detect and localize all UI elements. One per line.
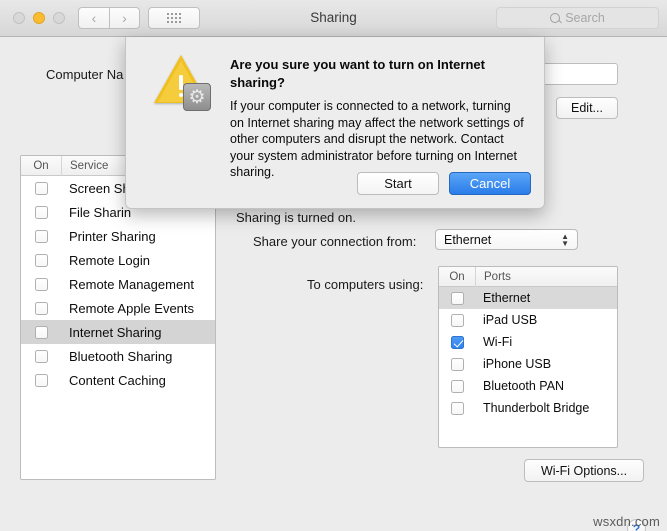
service-checkbox-cell[interactable] <box>21 277 61 291</box>
checkbox-unchecked-icon[interactable] <box>450 313 464 327</box>
table-row[interactable]: Remote Login <box>21 248 215 272</box>
chevron-updown-icon: ▲ ▼ <box>561 231 569 248</box>
port-row[interactable]: Bluetooth PAN <box>439 375 617 397</box>
services-column-on: On <box>33 159 49 172</box>
port-row[interactable]: iPad USB <box>439 309 617 331</box>
gear-icon: ⚙ <box>183 83 211 111</box>
table-row-internet-sharing[interactable]: Internet Sharing <box>21 320 215 344</box>
table-row[interactable]: Bluetooth Sharing <box>21 344 215 368</box>
checkbox-unchecked-icon[interactable] <box>34 253 48 267</box>
service-checkbox-cell[interactable] <box>21 349 61 363</box>
port-name: Ethernet <box>483 291 531 305</box>
table-row[interactable]: Printer Sharing <box>21 224 215 248</box>
checkbox-unchecked-icon[interactable] <box>34 325 48 339</box>
port-name: iPad USB <box>483 313 538 327</box>
checkbox-unchecked-icon[interactable] <box>34 301 48 315</box>
share-connection-from-label: Share your connection from: <box>253 234 417 249</box>
edit-button[interactable]: Edit... <box>556 97 618 119</box>
computer-name-label: Computer Na <box>46 67 124 82</box>
service-name: Remote Management <box>69 276 195 292</box>
sharing-preferences-window: ‹ › Sharing Search Computer Na Edit... O… <box>0 0 667 531</box>
port-checkbox-cell[interactable] <box>439 379 475 393</box>
dialog-body-text: If your computer is connected to a netwo… <box>230 99 524 179</box>
service-checkbox-cell[interactable] <box>21 181 61 195</box>
services-column-service: Service <box>70 159 109 172</box>
port-name: Bluetooth PAN <box>483 379 565 393</box>
checkbox-checked-icon[interactable] <box>450 335 464 349</box>
checkbox-unchecked-icon[interactable] <box>450 291 464 305</box>
port-checkbox-cell[interactable] <box>439 401 475 415</box>
table-row[interactable]: Remote Apple Events <box>21 296 215 320</box>
port-name: Thunderbolt Bridge <box>483 401 590 415</box>
watermark: wsxdn.com <box>593 514 660 529</box>
table-row[interactable]: Remote Management <box>21 272 215 296</box>
wifi-options-button[interactable]: Wi-Fi Options... <box>524 459 644 482</box>
service-checkbox-cell[interactable] <box>21 301 61 315</box>
port-name: iPhone USB <box>483 357 552 371</box>
to-computers-using-label: To computers using: <box>307 277 424 292</box>
port-checkbox-cell[interactable] <box>439 357 475 371</box>
port-row[interactable]: Thunderbolt Bridge <box>439 397 617 419</box>
port-row-ethernet[interactable]: Ethernet <box>439 287 617 309</box>
service-checkbox-cell[interactable] <box>21 373 61 387</box>
checkbox-unchecked-icon[interactable] <box>450 357 464 371</box>
checkbox-unchecked-icon[interactable] <box>34 277 48 291</box>
port-checkbox-cell[interactable] <box>439 313 475 327</box>
port-checkbox-cell[interactable] <box>439 291 475 305</box>
service-name: File Sharin <box>69 204 132 220</box>
search-input[interactable]: Search <box>496 7 659 29</box>
port-row[interactable]: iPhone USB <box>439 353 617 375</box>
warning-triangle-gear-icon: ⚙ <box>154 55 214 111</box>
dialog-button-row: Start Cancel <box>357 172 531 195</box>
table-row[interactable]: Content Caching <box>21 368 215 392</box>
service-name: Screen Sh <box>69 180 130 196</box>
window-titlebar: ‹ › Sharing Search <box>0 0 667 37</box>
checkbox-unchecked-icon[interactable] <box>34 373 48 387</box>
internet-sharing-status-text: Sharing is turned on. <box>236 209 648 226</box>
confirm-internet-sharing-dialog: ⚙ Are you sure you want to turn on Inter… <box>125 37 545 209</box>
share-connection-from-value: Ethernet <box>444 232 492 247</box>
service-name: Content Caching <box>69 372 166 388</box>
share-connection-from-select[interactable]: Ethernet ▲ ▼ <box>435 229 578 250</box>
service-checkbox-cell[interactable] <box>21 325 61 339</box>
cancel-button[interactable]: Cancel <box>449 172 531 195</box>
checkbox-unchecked-icon[interactable] <box>34 181 48 195</box>
search-placeholder: Search <box>565 11 605 25</box>
service-name: Internet Sharing <box>69 324 162 340</box>
service-checkbox-cell[interactable] <box>21 229 61 243</box>
checkbox-unchecked-icon[interactable] <box>34 229 48 243</box>
service-name: Remote Login <box>69 252 150 268</box>
ports-table-header: On Ports <box>439 267 617 287</box>
ports-column-on: On <box>449 270 465 283</box>
dialog-title: Are you sure you want to turn on Interne… <box>230 57 485 90</box>
ports-table: On Ports Ethernet iPad USB Wi-Fi iPhone … <box>438 266 618 448</box>
ports-column-ports: Ports <box>484 270 511 283</box>
port-name: Wi-Fi <box>483 335 513 349</box>
search-icon <box>550 13 561 23</box>
service-name: Printer Sharing <box>69 228 156 244</box>
status-line-3: Sharing is turned on. <box>236 210 356 225</box>
port-checkbox-cell[interactable] <box>439 335 475 349</box>
port-row-wifi[interactable]: Wi-Fi <box>439 331 617 353</box>
start-button[interactable]: Start <box>357 172 439 195</box>
service-checkbox-cell[interactable] <box>21 253 61 267</box>
service-name: Bluetooth Sharing <box>69 348 173 364</box>
service-checkbox-cell[interactable] <box>21 205 61 219</box>
checkbox-unchecked-icon[interactable] <box>34 349 48 363</box>
checkbox-unchecked-icon[interactable] <box>34 205 48 219</box>
service-name: Remote Apple Events <box>69 300 195 316</box>
checkbox-unchecked-icon[interactable] <box>450 379 464 393</box>
checkbox-unchecked-icon[interactable] <box>450 401 464 415</box>
